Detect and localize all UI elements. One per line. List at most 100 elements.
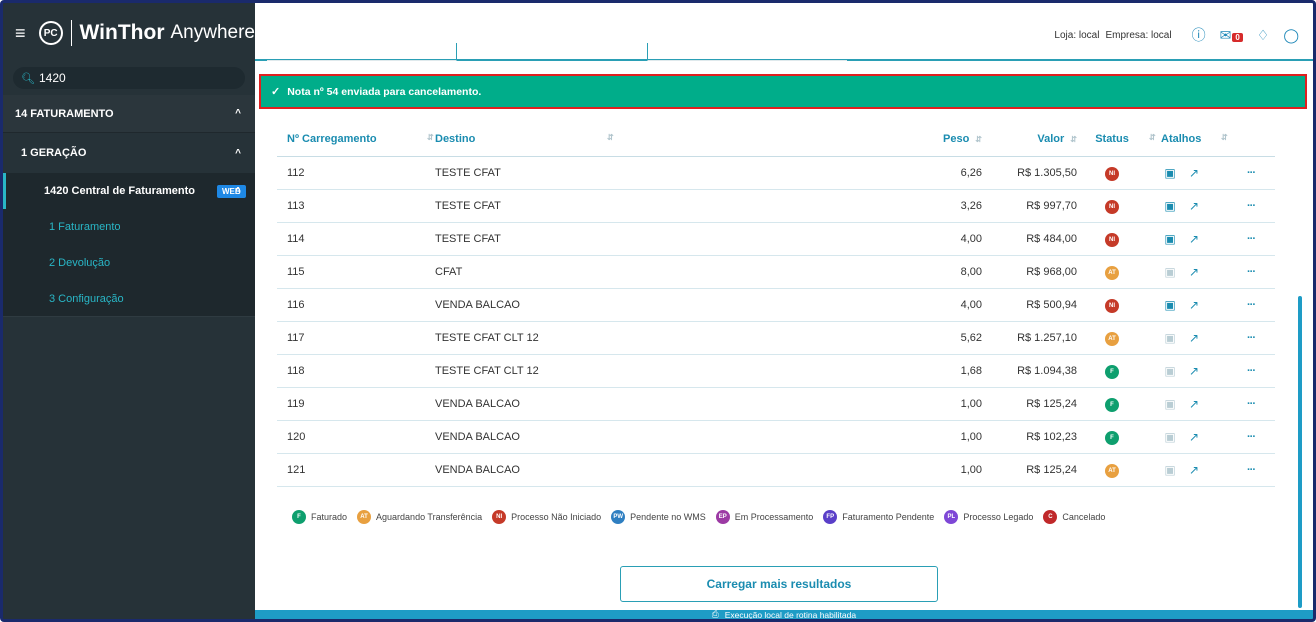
cell-destino: TESTE CFAT — [435, 167, 501, 179]
notification-message: Nota nº 54 enviada para cancelamento. — [287, 85, 482, 98]
submenu-item-devolucao[interactable]: 2 Devolução — [3, 245, 255, 281]
more-options-icon[interactable]: ··· — [1227, 398, 1275, 410]
column-header-atalhos[interactable]: ⇵ Atalhos ⇵ — [1147, 133, 1228, 145]
invoice-icon[interactable]: ▣ — [1163, 331, 1177, 345]
invoice-icon[interactable]: ▣ — [1163, 463, 1177, 477]
scrollbar[interactable] — [1298, 296, 1302, 608]
cell-status: NI — [1077, 298, 1147, 313]
cell-valor: R$ 500,94 — [1026, 299, 1077, 311]
cell-valor: R$ 968,00 — [1026, 266, 1077, 278]
more-options-icon[interactable]: ··· — [1227, 167, 1275, 179]
mail-count-badge: 0 — [1232, 32, 1243, 42]
legend-label: Processo Legado — [963, 512, 1034, 522]
legend-dot: C — [1043, 510, 1058, 524]
legend-item: FP Faturamento Pendente — [823, 510, 934, 524]
cell-destino: TESTE CFAT — [435, 200, 501, 212]
table-row[interactable]: 117 TESTE CFAT CLT 12 5,62 R$ 1.257,10 AT ▣ ↗ ·… — [277, 322, 1275, 355]
external-link-icon[interactable]: ↗ — [1187, 199, 1201, 213]
table-row[interactable]: 115 CFAT 8,00 R$ 968,00 AT ▣ ↗ ··· — [277, 256, 1275, 289]
column-header-valor[interactable]: Valor ⇵ — [982, 133, 1077, 145]
sort-icon[interactable]: ⇵ — [1149, 133, 1156, 142]
more-options-icon[interactable]: ··· — [1227, 365, 1275, 377]
success-notification: ✓ Nota nº 54 enviada para cancelamento. — [259, 74, 1307, 109]
menu-search[interactable]: 🔍︎ — [13, 67, 245, 89]
user-icon[interactable]: ◯ — [1283, 27, 1299, 44]
cell-atalhos: ▣ ↗ — [1147, 397, 1227, 411]
cell-carregamento: 118 — [287, 365, 305, 377]
invoice-icon[interactable]: ▣ — [1163, 199, 1177, 213]
external-link-icon[interactable]: ↗ — [1187, 430, 1201, 444]
cell-destino: VENDA BALCAO — [435, 398, 520, 410]
legend-item: AT Aguardando Transferência — [357, 510, 482, 524]
table-row[interactable]: 114 TESTE CFAT 4,00 R$ 484,00 NI ▣ ↗ ··· — [277, 223, 1275, 256]
more-options-icon[interactable]: ··· — [1227, 431, 1275, 443]
external-link-icon[interactable]: ↗ — [1187, 166, 1201, 180]
help-icon[interactable]: ⓘ — [1192, 25, 1206, 45]
cell-peso: 3,26 — [960, 200, 982, 212]
status-badge: AT — [1105, 331, 1119, 346]
invoice-icon[interactable]: ▣ — [1163, 397, 1177, 411]
sort-icon[interactable]: ⇵ — [607, 133, 614, 142]
more-options-icon[interactable]: ··· — [1227, 464, 1275, 476]
sort-icon[interactable]: ⇵ — [1221, 133, 1228, 142]
column-header-destino[interactable]: Destino ⇵ — [422, 133, 842, 145]
column-header-carregamento[interactable]: Nº Carregamento ⇵ — [277, 133, 434, 145]
brand-suffix: Anywhere — [170, 22, 256, 43]
invoice-icon[interactable]: ▣ — [1163, 298, 1177, 312]
submenu-item-configuracao[interactable]: 3 Configuração — [3, 281, 255, 317]
cell-carregamento: 117 — [287, 332, 305, 344]
menu-item-central-de-faturamento[interactable]: 1420 Central de Faturamento WEB ^ — [3, 173, 255, 209]
legend-dot: PW — [611, 510, 626, 524]
more-options-icon[interactable]: ··· — [1227, 266, 1275, 278]
cell-peso: 8,00 — [960, 266, 982, 278]
external-link-icon[interactable]: ↗ — [1187, 265, 1201, 279]
more-options-icon[interactable]: ··· — [1227, 233, 1275, 245]
column-header-status[interactable]: Status — [1077, 133, 1147, 145]
cell-peso: 1,00 — [960, 398, 982, 410]
menu-item-geracao[interactable]: 1 GERAÇÃO ^ — [3, 133, 255, 173]
more-options-icon[interactable]: ··· — [1227, 332, 1275, 344]
table-body: 112 TESTE CFAT 6,26 R$ 1.305,50 NI ▣ ↗ ··· 113 TE… — [277, 157, 1275, 487]
external-link-icon[interactable]: ↗ — [1187, 397, 1201, 411]
external-link-icon[interactable]: ↗ — [1187, 463, 1201, 477]
external-link-icon[interactable]: ↗ — [1187, 364, 1201, 378]
cell-destino: VENDA BALCAO — [435, 299, 520, 311]
filter-tab[interactable] — [267, 43, 457, 61]
menu-icon[interactable]: ≡ — [15, 23, 37, 44]
submenu-item-faturamento[interactable]: 1 Faturamento — [3, 209, 255, 245]
table-row[interactable]: 121 VENDA BALCAO 1,00 R$ 125,24 AT ▣ ↗ ··· — [277, 454, 1275, 487]
table-row[interactable]: 119 VENDA BALCAO 1,00 R$ 125,24 F ▣ ↗ ··· — [277, 388, 1275, 421]
more-options-icon[interactable]: ··· — [1227, 299, 1275, 311]
invoice-icon[interactable]: ▣ — [1163, 265, 1177, 279]
cell-destino: TESTE CFAT CLT 12 — [435, 332, 539, 344]
menu-search-input[interactable] — [38, 71, 219, 85]
bell-icon[interactable]: ♢ — [1257, 27, 1270, 44]
invoice-icon[interactable]: ▣ — [1163, 166, 1177, 180]
table-row[interactable]: 113 TESTE CFAT 3,26 R$ 997,70 NI ▣ ↗ ··· — [277, 190, 1275, 223]
invoice-icon[interactable]: ▣ — [1163, 232, 1177, 246]
external-link-icon[interactable]: ↗ — [1187, 331, 1201, 345]
table-row[interactable]: 116 VENDA BALCAO 4,00 R$ 500,94 NI ▣ ↗ ··· — [277, 289, 1275, 322]
menu-item-faturamento-module[interactable]: 14 FATURAMENTO ^ — [3, 95, 255, 133]
external-link-icon[interactable]: ↗ — [1187, 298, 1201, 312]
column-header-peso[interactable]: Peso ⇵ — [877, 133, 982, 145]
status-legend: F Faturado AT Aguardando Transferência NI Pro… — [292, 510, 1115, 524]
topbar: Loja: local Empresa: local ⓘ ✉ 0 ♢ ◯ — [255, 3, 1313, 61]
cell-valor: R$ 484,00 — [1026, 233, 1077, 245]
invoice-icon[interactable]: ▣ — [1163, 430, 1177, 444]
cell-atalhos: ▣ ↗ — [1147, 463, 1227, 477]
sort-icon[interactable]: ⇵ — [975, 135, 982, 144]
table-row[interactable]: 120 VENDA BALCAO 1,00 R$ 102,23 F ▣ ↗ ··· — [277, 421, 1275, 454]
invoice-icon[interactable]: ▣ — [1163, 364, 1177, 378]
filter-tab[interactable] — [647, 43, 847, 61]
external-link-icon[interactable]: ↗ — [1187, 232, 1201, 246]
table-row[interactable]: 118 TESTE CFAT CLT 12 1,68 R$ 1.094,38 F ▣ ↗ ··… — [277, 355, 1275, 388]
sort-icon[interactable]: ⇵ — [1070, 135, 1077, 144]
table-header: Nº Carregamento ⇵ Destino ⇵ Peso ⇵ Valor ⇵ S… — [277, 122, 1275, 157]
cell-carregamento: 113 — [287, 200, 305, 212]
load-more-button[interactable]: Carregar mais resultados — [620, 566, 938, 602]
table-row[interactable]: 112 TESTE CFAT 6,26 R$ 1.305,50 NI ▣ ↗ ··· — [277, 157, 1275, 190]
cell-peso: 4,00 — [960, 233, 982, 245]
more-options-icon[interactable]: ··· — [1227, 200, 1275, 212]
mail-icon[interactable]: ✉ 0 — [1220, 27, 1243, 44]
